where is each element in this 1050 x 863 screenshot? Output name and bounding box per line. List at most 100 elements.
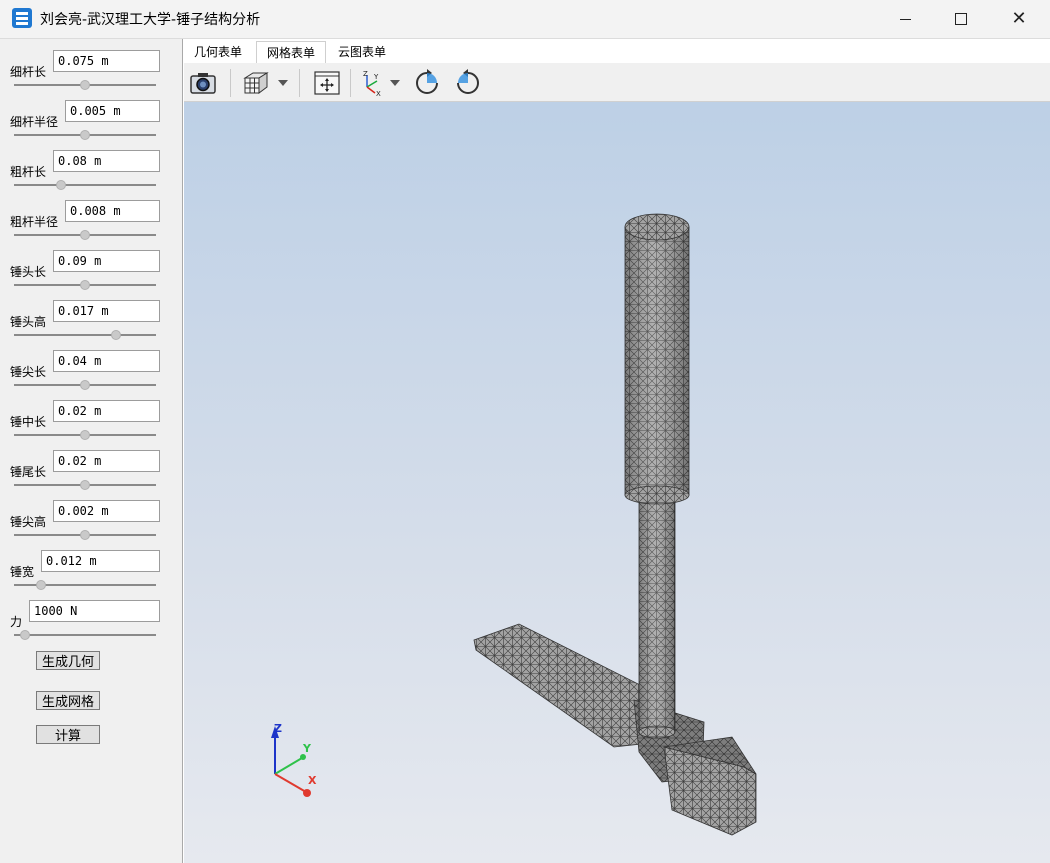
- view-orientation-button[interactable]: [241, 69, 269, 97]
- hammer-tip: [473, 623, 660, 748]
- thick-rod-bottom: [624, 485, 690, 505]
- generate-mesh-button[interactable]: 生成网格: [36, 691, 100, 710]
- view-toolbar: Z Y X: [184, 63, 1050, 102]
- param-label: 锤头长: [10, 265, 47, 279]
- slider-thumb[interactable]: [35, 580, 46, 590]
- hammer-mesh-model: Z Y X: [271, 213, 757, 836]
- rotate-cw-icon: [416, 69, 438, 94]
- param-label: 粗杆长: [10, 165, 47, 179]
- param-label: 锤尖长: [10, 365, 47, 379]
- param-label: 锤尖高: [10, 515, 47, 529]
- param-label: 锤中长: [10, 415, 47, 429]
- slider-thumb[interactable]: [80, 80, 90, 90]
- y-axis-line: [274, 757, 303, 775]
- param-row: 锤头高 0.017 m: [0, 300, 182, 350]
- x-axis-label: X: [308, 774, 317, 787]
- camera-icon: [190, 73, 216, 94]
- z-axis-label: Z: [274, 722, 282, 735]
- param-input[interactable]: 0.075 m: [53, 50, 160, 72]
- slider-thumb[interactable]: [80, 480, 90, 490]
- maximize-button[interactable]: [938, 0, 984, 38]
- slider-thumb[interactable]: [111, 330, 122, 340]
- parameter-panel: 细杆长 0.075 m 细杆半径 0.005 m 粗杆长 0.08 m 粗杆半径…: [0, 39, 183, 863]
- param-input[interactable]: 0.04 m: [53, 350, 160, 372]
- app-icon: [12, 8, 32, 28]
- param-slider[interactable]: [14, 530, 156, 540]
- rotate-ccw-button[interactable]: [454, 69, 482, 97]
- maximize-icon: [955, 13, 967, 25]
- rotate-ccw-icon: [457, 69, 479, 94]
- tab-contour[interactable]: 云图表单: [328, 41, 396, 63]
- svg-text:Y: Y: [373, 73, 379, 81]
- param-row: 锤中长 0.02 m: [0, 400, 182, 450]
- param-input[interactable]: 0.02 m: [53, 400, 160, 422]
- param-label: 力: [10, 615, 23, 629]
- slider-thumb[interactable]: [80, 230, 90, 240]
- minimize-icon: [899, 18, 911, 20]
- rotate-cw-button[interactable]: [413, 69, 441, 97]
- param-slider[interactable]: [14, 580, 156, 590]
- param-slider[interactable]: [14, 130, 156, 140]
- window-title: 刘会亮-武汉理工大学-锤子结构分析: [40, 12, 261, 28]
- param-label: 细杆半径: [10, 115, 59, 129]
- tab-mesh[interactable]: 网格表单: [256, 41, 327, 63]
- chevron-down-icon[interactable]: [278, 80, 288, 86]
- param-input[interactable]: 0.002 m: [53, 500, 160, 522]
- param-slider[interactable]: [14, 630, 156, 640]
- axes-icon: Z Y X: [363, 70, 381, 97]
- param-row: 力 1000 N: [0, 600, 182, 650]
- param-slider[interactable]: [14, 230, 156, 240]
- param-slider[interactable]: [14, 430, 156, 440]
- param-input[interactable]: 0.017 m: [53, 300, 160, 322]
- x-axis-line: [274, 773, 307, 793]
- param-slider[interactable]: [14, 280, 156, 290]
- param-input[interactable]: 0.005 m: [65, 100, 160, 122]
- param-row: 粗杆半径 0.008 m: [0, 200, 182, 250]
- param-slider[interactable]: [14, 180, 156, 190]
- param-row: 锤尖长 0.04 m: [0, 350, 182, 400]
- slider-thumb[interactable]: [80, 530, 90, 540]
- svg-text:Z: Z: [363, 70, 368, 78]
- thick-rod-shading: [625, 227, 689, 495]
- fit-view-button[interactable]: [313, 69, 341, 97]
- slider-thumb[interactable]: [80, 130, 90, 140]
- slider-thumb[interactable]: [80, 280, 90, 290]
- param-label: 细杆长: [10, 65, 47, 79]
- param-input[interactable]: 0.02 m: [53, 450, 160, 472]
- param-label: 锤尾长: [10, 465, 47, 479]
- screenshot-button[interactable]: [189, 69, 217, 97]
- close-button[interactable]: ✕: [996, 0, 1042, 38]
- axes-button[interactable]: Z Y X: [357, 69, 385, 97]
- param-input[interactable]: 0.09 m: [53, 250, 160, 272]
- param-row: 锤尖高 0.002 m: [0, 500, 182, 550]
- param-row: 锤宽 0.012 m: [0, 550, 182, 600]
- param-input[interactable]: 0.08 m: [53, 150, 160, 172]
- param-row: 粗杆长 0.08 m: [0, 150, 182, 200]
- param-label: 粗杆半径: [10, 215, 59, 229]
- compute-button[interactable]: 计算: [36, 725, 100, 744]
- 3d-viewport[interactable]: Z Y X: [184, 102, 1050, 863]
- param-slider[interactable]: [14, 380, 156, 390]
- toolbar-separator: [230, 69, 231, 97]
- param-slider[interactable]: [14, 480, 156, 490]
- param-slider[interactable]: [14, 330, 156, 340]
- slider-thumb[interactable]: [55, 180, 66, 190]
- minimize-button[interactable]: [882, 0, 928, 38]
- param-slider[interactable]: [14, 80, 156, 90]
- view-cube-icon: [243, 72, 269, 94]
- generate-geometry-button[interactable]: 生成几何: [36, 651, 100, 670]
- chevron-down-icon[interactable]: [390, 80, 400, 86]
- slider-thumb[interactable]: [80, 430, 90, 440]
- thin-rod-shading: [639, 500, 675, 732]
- param-input[interactable]: 1000 N: [29, 600, 160, 622]
- y-axis-label: Y: [302, 742, 312, 755]
- tab-bar: 几何表单 网格表单 云图表单: [184, 41, 1050, 63]
- x-axis-arrow: [303, 789, 311, 797]
- param-row: 细杆长 0.075 m: [0, 50, 182, 100]
- param-input[interactable]: 0.012 m: [41, 550, 160, 572]
- slider-thumb[interactable]: [80, 380, 90, 390]
- slider-thumb[interactable]: [20, 630, 31, 640]
- tab-geometry[interactable]: 几何表单: [184, 41, 252, 63]
- toolbar-separator: [350, 69, 351, 97]
- param-input[interactable]: 0.008 m: [65, 200, 160, 222]
